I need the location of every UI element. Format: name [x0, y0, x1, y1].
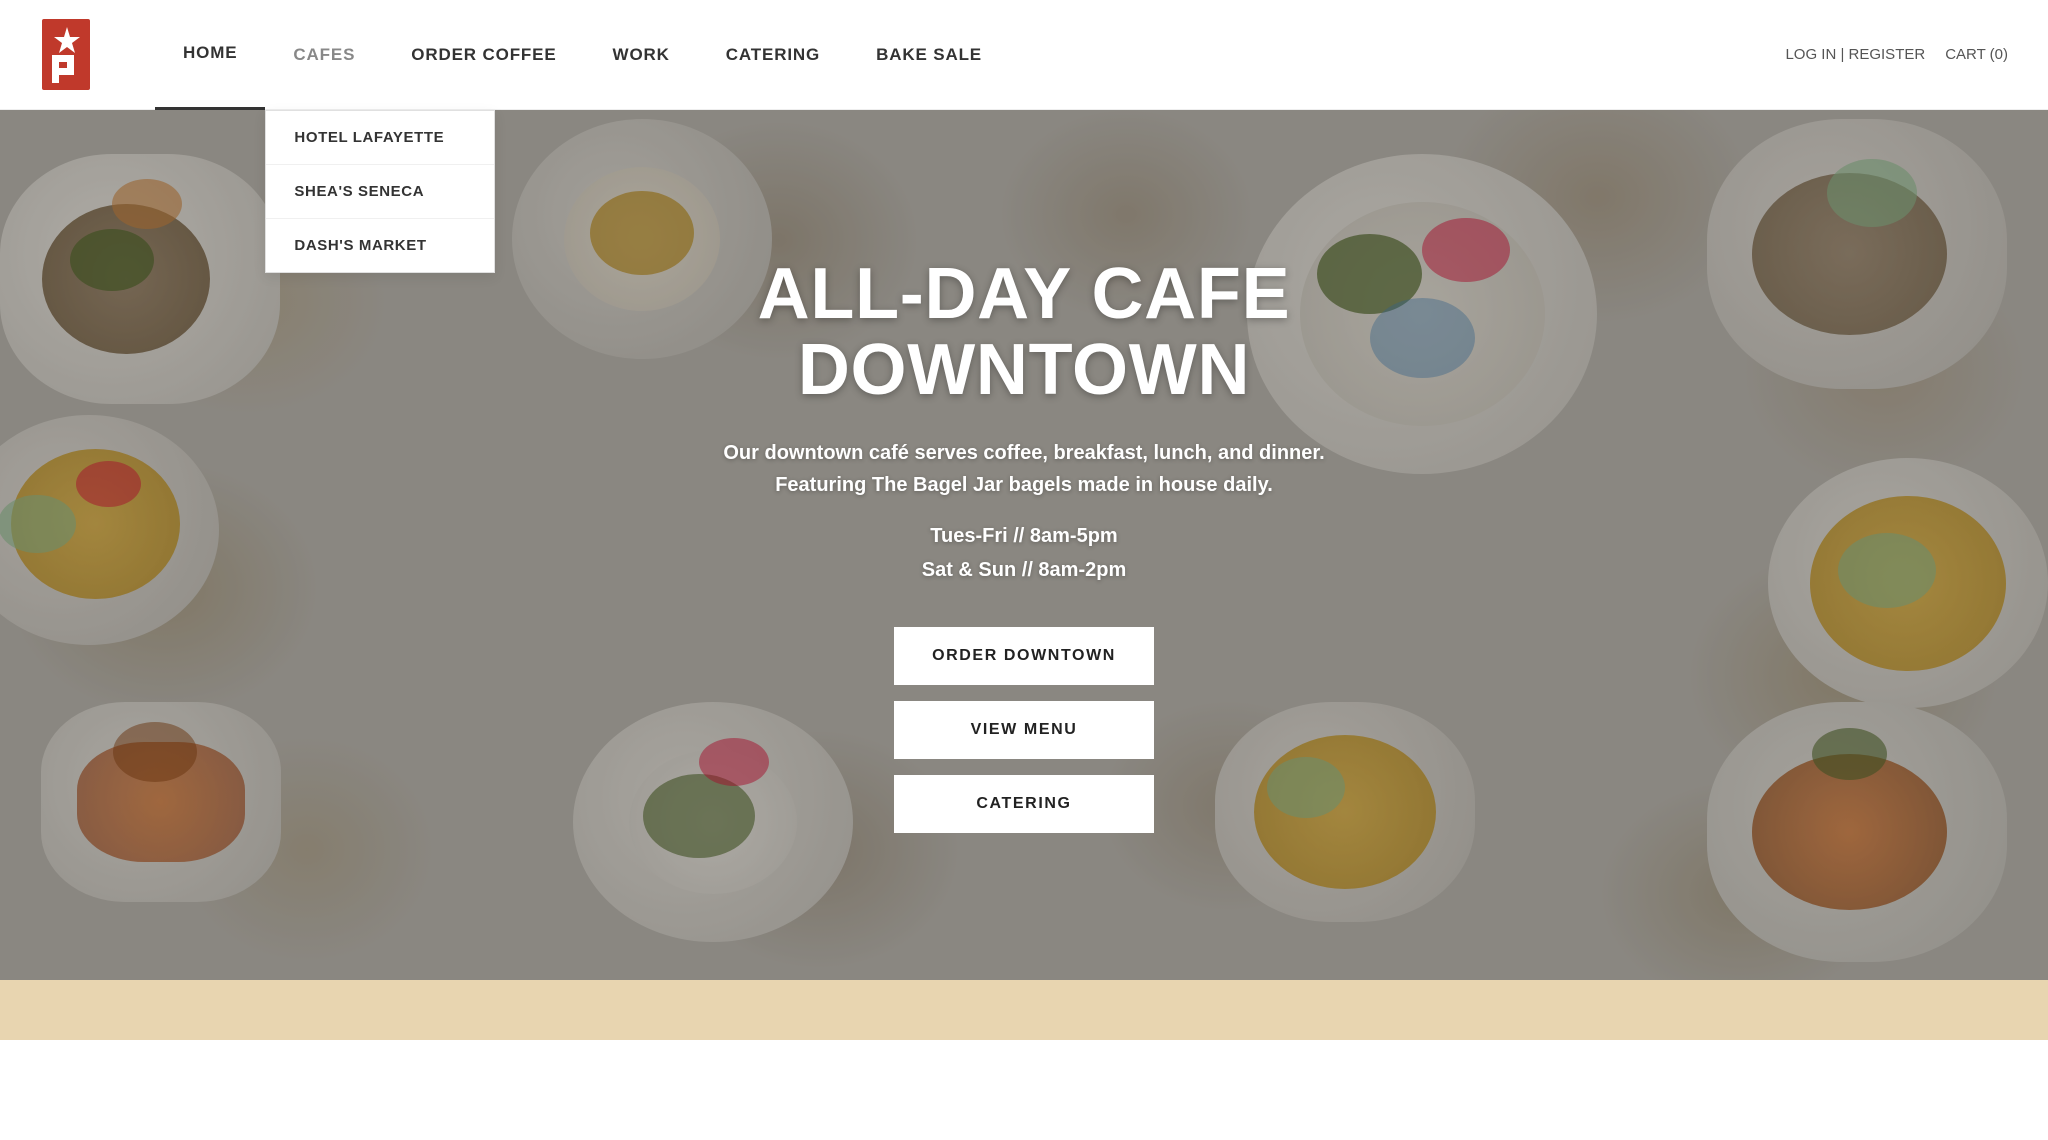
logo-container[interactable] — [40, 17, 95, 92]
nav-item-order-coffee[interactable]: ORDER COFFEE — [383, 0, 584, 110]
order-downtown-button[interactable]: ORDER DOWNTOWN — [894, 627, 1154, 685]
dropdown-item-hotel-lafayette[interactable]: HOTEL LAFAYETTE — [266, 111, 494, 165]
view-menu-button[interactable]: VIEW MENU — [894, 701, 1154, 759]
auth-links[interactable]: LOG IN | REGISTER — [1785, 46, 1925, 63]
hero-subtitle: Our downtown café serves coffee, breakfa… — [694, 437, 1354, 501]
main-nav: HOME CAFES HOTEL LAFAYETTE SHEA'S SENECA… — [155, 0, 1785, 110]
dropdown-item-dashs-market[interactable]: DASH'S MARKET — [266, 219, 494, 272]
nav-item-catering[interactable]: CATERING — [698, 0, 848, 110]
nav-item-cafes[interactable]: CAFES — [265, 0, 383, 110]
nav-item-bake-sale[interactable]: BAKE SALE — [848, 0, 1010, 110]
cart-link[interactable]: CART (0) — [1945, 46, 2008, 63]
dropdown-item-sheas-seneca[interactable]: SHEA'S SENECA — [266, 165, 494, 219]
cafes-dropdown-menu: HOTEL LAFAYETTE SHEA'S SENECA DASH'S MAR… — [265, 110, 495, 273]
bottom-bar — [0, 980, 2048, 1040]
header-right: LOG IN | REGISTER CART (0) — [1785, 46, 2008, 63]
logo-icon — [40, 17, 95, 92]
hero-content: ALL-DAY CAFE DOWNTOWN Our downtown café … — [674, 257, 1374, 832]
hero-buttons: ORDER DOWNTOWN VIEW MENU CATERING — [694, 627, 1354, 833]
header: HOME CAFES HOTEL LAFAYETTE SHEA'S SENECA… — [0, 0, 2048, 110]
nav-item-work[interactable]: WORK — [585, 0, 698, 110]
cafes-nav-wrapper: CAFES HOTEL LAFAYETTE SHEA'S SENECA DASH… — [265, 0, 383, 110]
hero-title: ALL-DAY CAFE DOWNTOWN — [694, 257, 1354, 408]
nav-item-home[interactable]: HOME — [155, 0, 265, 110]
catering-button[interactable]: CATERING — [894, 775, 1154, 833]
hero-hours: Tues-Fri // 8am-5pm Sat & Sun // 8am-2pm — [694, 519, 1354, 587]
